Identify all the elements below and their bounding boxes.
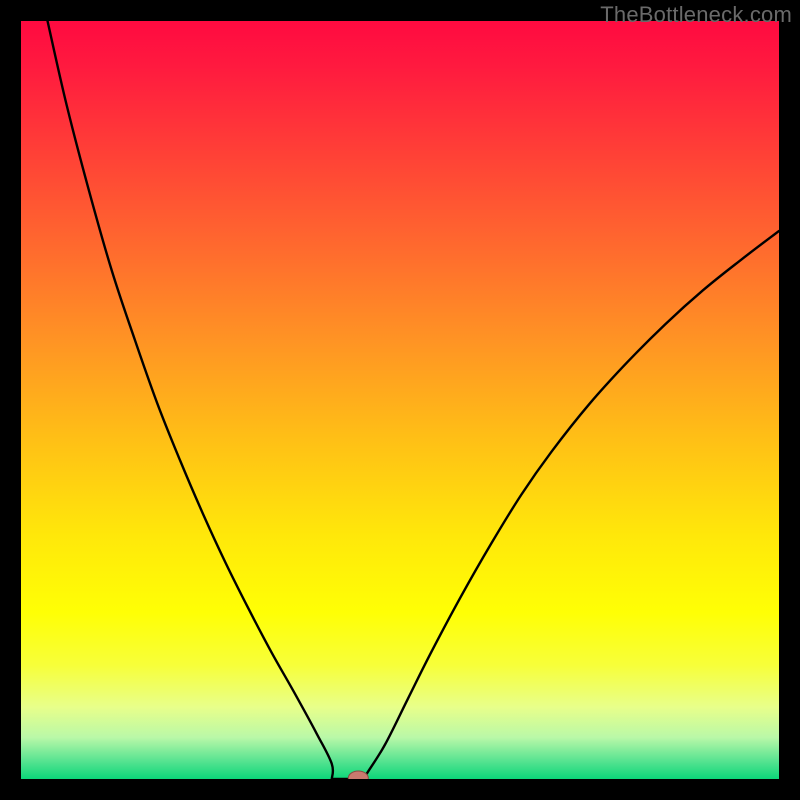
gradient-background <box>21 21 779 779</box>
watermark-text: TheBottleneck.com <box>600 2 792 28</box>
bottleneck-chart <box>21 21 779 779</box>
chart-frame: TheBottleneck.com <box>0 0 800 800</box>
plot-area <box>21 21 779 779</box>
